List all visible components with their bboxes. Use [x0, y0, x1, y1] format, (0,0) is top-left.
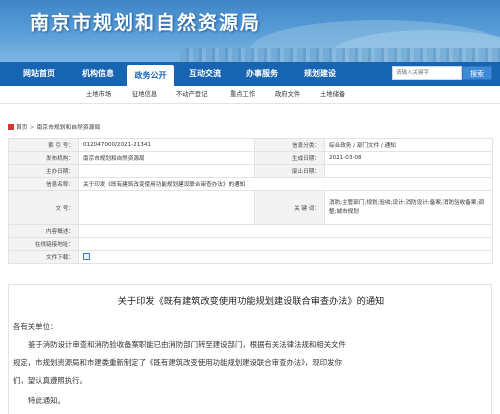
banner-skyline: [180, 48, 500, 62]
document-info-table: 索 引 号： 012047000/2021-21341 信息分类： 综合政务 /…: [8, 138, 493, 264]
online-value: [78, 237, 493, 251]
nav-item-home[interactable]: 网站首页: [14, 62, 64, 86]
nav-item-org-info[interactable]: 机构信息: [70, 62, 126, 86]
subnav-item-land-acquisition[interactable]: 征地信息: [132, 86, 157, 104]
breadcrumb: 首页 > 南京市规划和自然资源局: [8, 122, 100, 132]
validity-label: 废止日期：: [254, 164, 325, 178]
subject-label: 主办日期：: [8, 164, 79, 178]
nav-item-planning[interactable]: 规划建设: [294, 62, 346, 86]
category-label: 信息分类：: [254, 138, 325, 152]
download-label: 文件下载：: [8, 250, 79, 264]
subnav-item-land-reserve[interactable]: 土地储备: [320, 86, 345, 104]
category-value: 综合政务 / 部门文件 / 通知: [324, 138, 493, 152]
subnav-item-key-work[interactable]: 重点工作: [230, 86, 255, 104]
article-title: 关于印发《既有建筑改变使用功能规划建设联合审查办法》的通知: [117, 296, 385, 307]
article: 关于印发《既有建筑改变使用功能规划建设联合审查办法》的通知 各有关单位： 鉴于消…: [8, 284, 492, 414]
article-paragraph-line: 鉴于消防设计审查和消防验收备案职能已由消防部门转至建设部门，根据有关法律法规和相…: [28, 340, 346, 349]
keywords-label: 关 键 词：: [254, 190, 325, 225]
name-label: 信息名称：: [8, 177, 79, 191]
date-value: 2021-03-08: [324, 151, 493, 165]
nav-item-services[interactable]: 办事服务: [236, 62, 288, 86]
article-paragraph-line: 们，望认真遵照执行。: [13, 376, 87, 385]
article-paragraph-line: 规定，市规划资源局和市建委重新制定了《既有建筑改变使用功能规划建设联合审查办法》…: [13, 358, 342, 367]
online-label: 在线链接地址：: [8, 237, 79, 251]
validity-value: [324, 164, 493, 178]
nav-item-gov-affairs[interactable]: 政务公开: [127, 65, 174, 86]
home-icon: [8, 124, 14, 130]
subnav-item-real-estate-reg[interactable]: 不动产登记: [176, 86, 207, 104]
breadcrumb-separator: >: [29, 125, 35, 131]
subnav-item-land-market[interactable]: 土地市场: [86, 86, 111, 104]
header-banner: 南京市规划和自然资源局: [0, 0, 500, 62]
subnav-item-gov-docs[interactable]: 政府文件: [275, 86, 300, 104]
publisher-value: 南京市规划和自然资源局: [78, 151, 255, 165]
breadcrumb-current[interactable]: 南京市规划和自然资源局: [36, 125, 100, 131]
site-title: 南京市规划和自然资源局: [30, 12, 262, 34]
nav-item-interaction[interactable]: 互动交流: [180, 62, 230, 86]
docno-label: 文 号：: [8, 190, 79, 225]
publisher-label: 发布机构：: [8, 151, 79, 165]
content-label: 内容概述：: [8, 224, 79, 238]
sub-nav: 土地市场 征地信息 不动产登记 重点工作 政府文件 土地储备: [0, 86, 500, 104]
index-label: 索 引 号：: [8, 138, 79, 152]
article-closing: 特此通知。: [28, 396, 65, 405]
search-input[interactable]: [392, 66, 462, 80]
breadcrumb-home[interactable]: 首页: [16, 125, 28, 131]
index-value: 012047000/2021-21341: [78, 138, 255, 152]
article-salutation: 各有关单位：: [13, 322, 58, 331]
search-button[interactable]: 搜索: [462, 66, 492, 80]
download-cell: [78, 250, 493, 264]
name-value: 关于印发《既有建筑改变使用功能规划建设联合审查办法》的通知: [78, 177, 493, 191]
subject-value: [78, 164, 255, 178]
keywords-value: 消防;主管部门;规划;验收;设计;消防设计;备案;消防验收备案;调整;城市规划: [324, 190, 493, 225]
download-icon[interactable]: [83, 253, 90, 260]
date-label: 生成日期：: [254, 151, 325, 165]
content-value: [78, 224, 493, 238]
docno-value: [78, 190, 255, 225]
